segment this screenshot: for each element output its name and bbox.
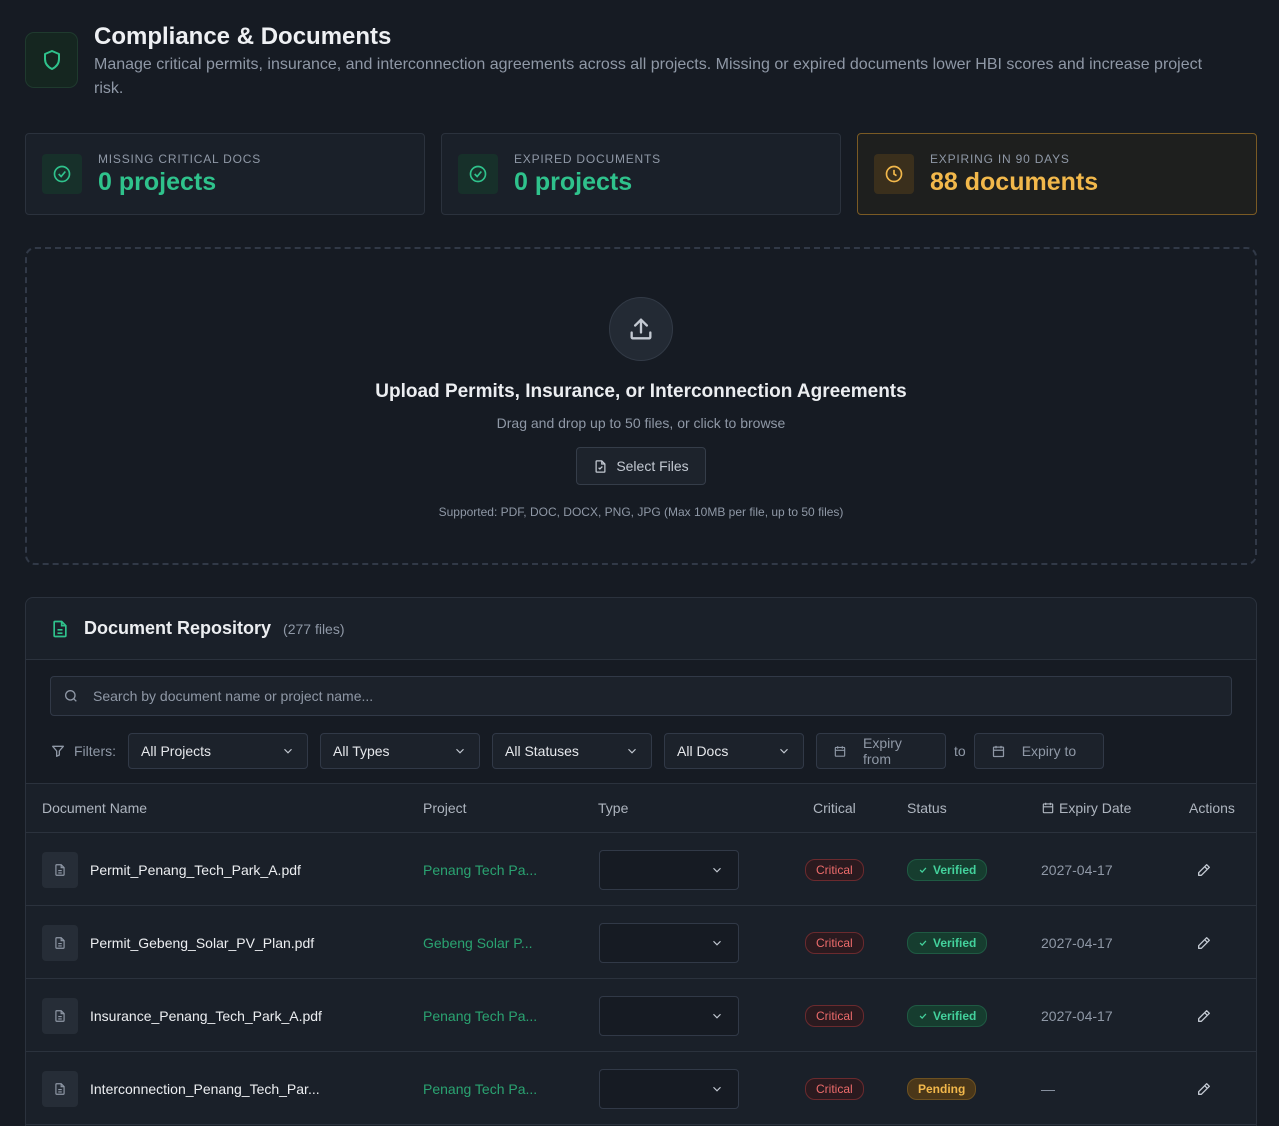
stat-label: EXPIRING IN 90 DAYS [930,151,1070,166]
document-name: Insurance_Penang_Tech_Park_A.pdf [90,1007,322,1024]
docs-filter[interactable]: All Docs [664,733,804,769]
type-select[interactable] [599,995,739,1036]
stat-value: 88 documents [930,167,1099,196]
filters-label: Filters: [50,743,116,759]
project-link[interactable]: Gebeng Solar P... [423,935,532,951]
stat-card-missing: MISSING CRITICAL DOCS 0 projects [25,133,425,215]
check-icon [919,866,927,873]
chevron-down-icon [713,1013,721,1019]
document-name: Permit_Penang_Tech_Park_A.pdf [90,861,301,878]
calendar-icon [992,745,1004,757]
chevron-down-icon [780,748,788,754]
edit-icon[interactable] [1196,1081,1212,1097]
column-header[interactable]: Type [598,800,628,816]
column-header-expiry[interactable]: Expiry Date [1041,800,1131,816]
file-icon [42,997,78,1034]
chevron-down-icon [456,748,464,754]
upload-note: Supported: PDF, DOC, DOCX, PNG, JPG (Max… [438,505,844,519]
stat-card-expired: EXPIRED DOCUMENTS 0 projects [441,133,841,215]
document-icon [50,619,70,639]
calendar-icon [834,745,846,757]
edit-icon[interactable] [1196,862,1212,878]
critical-badge: Critical [805,931,864,954]
file-icon [42,1070,78,1107]
type-select[interactable] [599,1068,739,1109]
chevron-down-icon [284,748,292,754]
column-header: Actions [1189,800,1235,816]
table-row[interactable]: Permit_Gebeng_Solar_PV_Plan.pdf Gebeng S… [26,906,1256,979]
repository-title: Document Repository [84,618,272,638]
chevron-down-icon [628,748,636,754]
type-filter[interactable]: All Types [320,733,480,769]
filter-icon [52,745,64,757]
document-name: Permit_Gebeng_Solar_PV_Plan.pdf [90,934,315,951]
select-files-label: Select Files [616,458,689,474]
edit-icon[interactable] [1196,1008,1212,1024]
type-select[interactable] [599,922,739,963]
calendar-icon [1042,802,1054,814]
search-icon [65,690,77,702]
column-header[interactable]: Critical [813,800,856,816]
shield-icon [25,32,78,88]
document-repository: Document Repository (277 files) Filters:… [25,597,1257,1126]
table-row[interactable]: Interconnection_Penang_Tech_Par... Penan… [26,1052,1256,1125]
stat-value: 0 projects [98,167,217,196]
upload-dropzone[interactable]: Upload Permits, Insurance, or Interconne… [25,247,1257,565]
date-range-separator: to [954,743,966,759]
expiry-date: 2027-04-17 [1041,861,1113,878]
table-row[interactable]: Permit_Penang_Tech_Park_A.pdf Penang Tec… [26,833,1256,906]
select-files-button[interactable]: Select Files [576,447,706,485]
status-badge: Verified [907,858,988,881]
column-header[interactable]: Project [423,800,467,816]
stat-card-expiring: EXPIRING IN 90 DAYS 88 documents [857,133,1257,215]
critical-badge: Critical [805,858,864,881]
stats-row: MISSING CRITICAL DOCS 0 projects EXPIRED… [25,133,1257,215]
critical-badge: Critical [805,1004,864,1027]
check-icon [919,1012,927,1019]
upload-title: Upload Permits, Insurance, or Interconne… [375,381,907,402]
upload-icon [609,297,673,361]
expiry-date: 2027-04-17 [1041,934,1113,951]
critical-badge: Critical [805,1077,864,1100]
table-row[interactable]: Insurance_Penang_Tech_Park_A.pdf Penang … [26,979,1256,1052]
column-header[interactable]: Status [907,800,947,816]
project-link[interactable]: Penang Tech Pa... [423,862,537,878]
stat-value: 0 projects [514,167,633,196]
page-header: Compliance & Documents Manage critical p… [25,22,1255,101]
chevron-down-icon [713,867,721,873]
status-badge: Verified [907,931,988,954]
stat-label: EXPIRED DOCUMENTS [514,151,661,166]
document-name: Interconnection_Penang_Tech_Par... [90,1080,320,1097]
check-circle-icon [458,154,498,194]
clock-icon [874,154,914,194]
search-field[interactable] [50,676,1232,716]
chevron-down-icon [713,940,721,946]
expiry-from-input[interactable]: Expiry from [816,733,946,769]
file-icon [42,924,78,961]
expiry-date: 2027-04-17 [1041,1007,1113,1024]
column-header[interactable]: Document Name [42,800,147,816]
upload-subtitle: Drag and drop up to 50 files, or click t… [496,415,786,431]
file-icon [595,459,606,473]
expiry-to-input[interactable]: Expiry to [973,733,1104,769]
search-input[interactable] [93,688,1193,704]
expiry-date: — [1041,1080,1055,1097]
file-icon [42,851,78,888]
edit-icon[interactable] [1196,935,1212,951]
page-description: Manage critical permits, insurance, and … [94,56,1203,97]
check-icon [919,939,927,946]
page-title: Compliance & Documents [94,23,392,50]
chevron-down-icon [713,1086,721,1092]
table-header: Document Name Project Type Critical Stat… [26,784,1256,833]
stat-label: MISSING CRITICAL DOCS [98,151,262,166]
status-badge: Pending [907,1077,977,1100]
status-badge: Verified [907,1004,988,1027]
project-filter[interactable]: All Projects [128,733,308,769]
file-count: (277 files) [283,620,345,637]
project-link[interactable]: Penang Tech Pa... [423,1081,537,1097]
type-select[interactable] [599,849,739,890]
check-circle-icon [42,154,82,194]
project-link[interactable]: Penang Tech Pa... [423,1008,537,1024]
status-filter[interactable]: All Statuses [492,733,652,769]
